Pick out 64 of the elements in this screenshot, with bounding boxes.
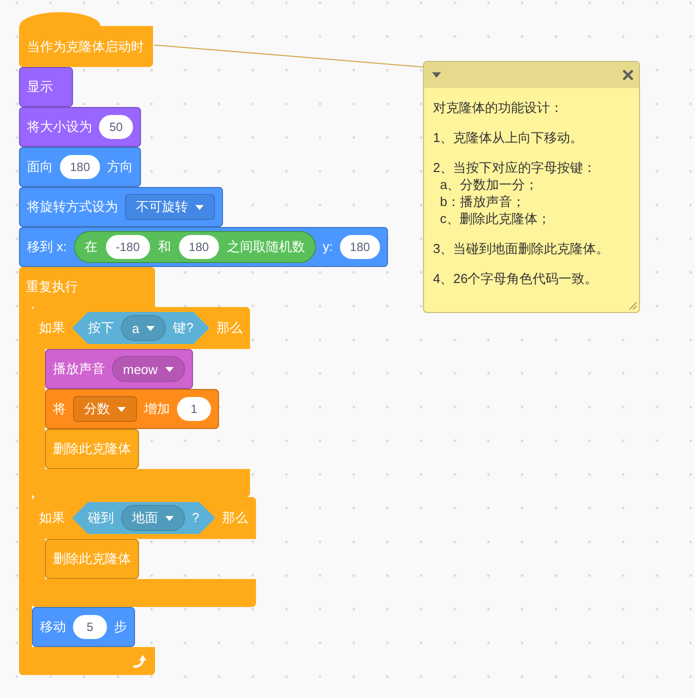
loop-arrow-icon [133, 654, 147, 668]
block-label: 面向 [27, 159, 53, 175]
command-block[interactable]: 显示 [19, 67, 73, 107]
block-label: 步 [114, 619, 127, 635]
block-label: 键? [173, 320, 194, 336]
block-label: 在 [84, 239, 98, 255]
block-label: 如果 [39, 510, 65, 526]
number-input[interactable]: 180 [60, 155, 100, 179]
caret-icon [165, 516, 174, 520]
comment-text: 2、当按下对应的字母按键： [433, 159, 596, 176]
caret-icon [195, 204, 204, 210]
block-label: 移动 [40, 619, 66, 635]
dropdown-menu[interactable]: meow [112, 356, 185, 382]
block-label: 删除此克隆体 [53, 441, 131, 457]
comment-list-item: a、分数加一分； [440, 176, 538, 193]
block-label: 增加 [144, 401, 170, 417]
block-label: y: [322, 239, 333, 255]
comment-text: 对克隆体的功能设计： [433, 99, 563, 116]
block-label: 当作为克隆体启动时 [27, 38, 144, 54]
comment-text: 4、26个字母角色代码一致。 [433, 270, 598, 287]
block-label: 如果 [39, 320, 65, 336]
block-label: ? [192, 510, 200, 526]
number-input[interactable]: 1 [177, 397, 211, 421]
reporter-block[interactable]: 在 -180 和 180 之间取随机数 [74, 231, 316, 263]
block-label: 显示 [27, 79, 53, 95]
block-label: 碰到 [88, 510, 114, 526]
caret-icon [146, 326, 156, 330]
block-label: 播放声音 [53, 361, 105, 377]
if-block[interactable]: 如果 按下 a 键? 那么 播放声音 meow 将 分数 增加 1 删除此克隆体 [32, 307, 250, 497]
comment-list-item: c、删除此克隆体； [440, 210, 550, 227]
number-input[interactable]: 5 [73, 615, 107, 639]
command-block[interactable]: 移动 5 步 [32, 607, 135, 647]
collapse-caret-icon[interactable] [432, 72, 441, 78]
number-input[interactable]: -180 [106, 235, 150, 259]
command-block[interactable]: 移到 x: 在 -180 和 180 之间取随机数 y: 180 [19, 227, 388, 267]
block-label: 那么 [222, 510, 248, 526]
caret-icon [164, 366, 174, 372]
dropdown-field[interactable]: 不可旋转 [125, 194, 215, 220]
block-label: 将旋转方式设为 [27, 199, 118, 215]
block-label: 移到 x: [27, 239, 67, 255]
close-icon[interactable] [623, 70, 633, 80]
caret-icon [117, 406, 126, 412]
command-block[interactable]: 面向 180 方向 [19, 147, 142, 187]
block-label: 将大小设为 [27, 119, 92, 135]
comment-text: 1、克隆体从上向下移动。 [433, 129, 584, 146]
command-block[interactable]: 将旋转方式设为 不可旋转 [19, 187, 223, 227]
block-label: 那么 [216, 320, 242, 336]
block-label: 按下 [88, 320, 114, 336]
resize-grip-icon[interactable] [629, 302, 637, 310]
number-input[interactable]: 180 [178, 235, 219, 259]
comment-list-item: b：播放声音； [440, 193, 526, 210]
block-label: 重复执行 [26, 279, 78, 295]
forever-block[interactable]: 重复执行 如果 按下 a 键? 那么 播放声音 meow 将 分数 增加 1 删除此克隆体 如果 碰到 地面 ? 那么 删除此克隆体 移动 5 步 [19, 267, 256, 675]
block-label: 和 [158, 239, 171, 255]
command-block[interactable]: 将 分数 增加 1 [45, 389, 219, 429]
number-input[interactable]: 180 [340, 235, 380, 259]
block-label: 将 [53, 401, 66, 417]
block-label: 删除此克隆体 [53, 551, 131, 567]
comment-text: 3、当碰到地面删除此克隆体。 [433, 240, 610, 257]
number-input[interactable]: 50 [99, 115, 133, 139]
block-label: 之间取随机数 [226, 239, 305, 255]
command-block[interactable]: 播放声音 meow [45, 349, 193, 389]
command-block[interactable]: 将大小设为 50 [19, 107, 141, 147]
block-label: 方向 [107, 159, 134, 175]
